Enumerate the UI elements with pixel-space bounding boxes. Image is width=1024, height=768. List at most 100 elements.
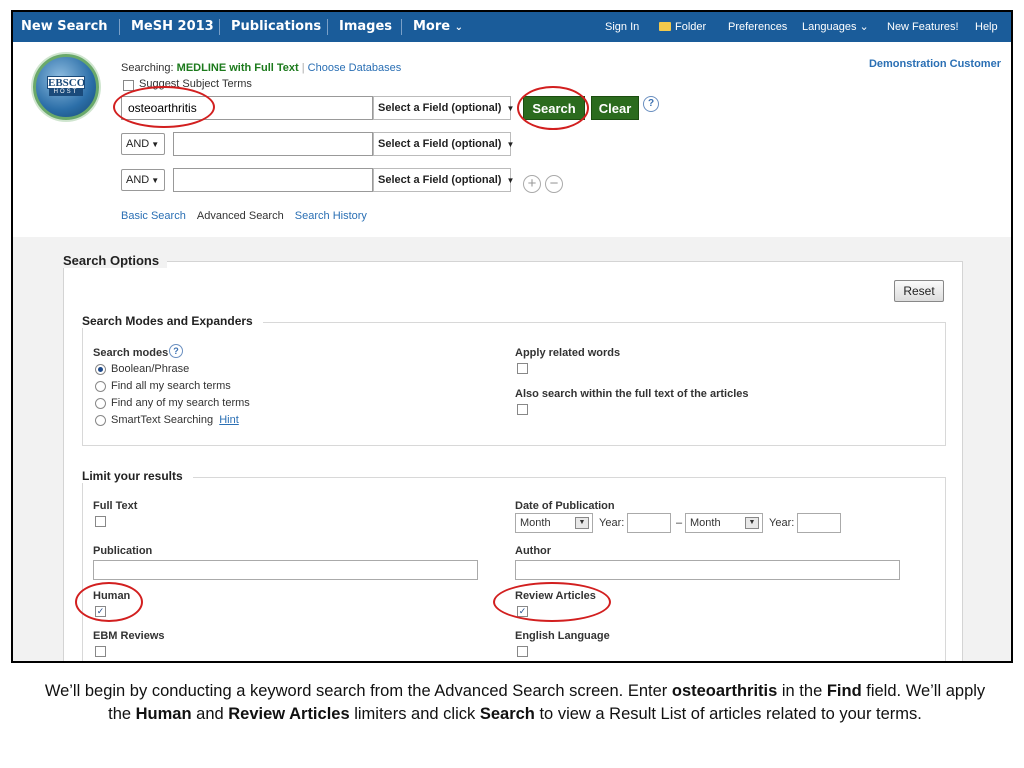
- divider: |: [301, 62, 305, 74]
- choose-databases-link[interactable]: Choose Databases: [308, 62, 402, 74]
- field-select-label: Select a Field (optional): [378, 138, 502, 150]
- mode-label-boolean: Boolean/Phrase: [111, 363, 190, 375]
- caption-text: We’ll begin by conducting a keyword sear…: [44, 682, 672, 700]
- customer-name[interactable]: Demonstration Customer: [869, 58, 1001, 70]
- mode-radio-smarttext[interactable]: [95, 415, 106, 426]
- field-select-1[interactable]: Select a Field (optional) ▼: [373, 96, 514, 120]
- help-icon[interactable]: ?: [643, 96, 659, 112]
- dropdown-arrow-icon: ▼: [575, 517, 589, 529]
- logo-text-ebsco: EBSCO: [47, 76, 86, 89]
- nav-languages[interactable]: Languages ⌄: [802, 12, 869, 42]
- author-input[interactable]: [515, 560, 900, 580]
- nav-preferences[interactable]: Preferences: [728, 12, 787, 42]
- chevron-down-icon: ⌄: [859, 21, 869, 33]
- search-button[interactable]: Search: [523, 96, 585, 120]
- search-modes-section: Search modes ? Boolean/Phrase Find all m…: [82, 322, 946, 446]
- nav-new-search[interactable]: New Search: [21, 12, 108, 42]
- start-month-select[interactable]: Month ▼: [515, 513, 593, 533]
- suggest-terms-checkbox[interactable]: [123, 80, 134, 91]
- caption-bold-search: Search: [479, 705, 535, 723]
- nav-help[interactable]: Help: [975, 12, 998, 42]
- end-year-input[interactable]: [797, 513, 841, 533]
- nav-new-features[interactable]: New Features!: [887, 12, 959, 42]
- search-history-link[interactable]: Search History: [295, 210, 367, 222]
- operator-label: AND: [126, 138, 150, 150]
- publication-input[interactable]: [93, 560, 478, 580]
- publication-label: Publication: [93, 545, 153, 557]
- basic-search-link[interactable]: Basic Search: [121, 210, 186, 222]
- nav-divider: [327, 19, 328, 35]
- ebm-reviews-label: EBM Reviews: [93, 630, 165, 642]
- mode-radio-boolean[interactable]: [95, 364, 106, 375]
- search-input-3[interactable]: [173, 168, 373, 192]
- nav-images[interactable]: Images: [339, 12, 392, 42]
- caret-down-icon: ▼: [506, 140, 515, 149]
- nav-divider: [219, 19, 220, 35]
- suggest-terms-label: Suggest Subject Terms: [139, 78, 252, 90]
- field-select-label: Select a Field (optional): [378, 102, 502, 114]
- clear-button[interactable]: Clear: [591, 96, 639, 120]
- related-words-checkbox[interactable]: [517, 363, 528, 374]
- full-text-search-checkbox[interactable]: [517, 404, 528, 415]
- related-words-label: Apply related words: [515, 347, 621, 359]
- database-name: MEDLINE with Full Text: [176, 62, 299, 74]
- end-year-label: Year:: [769, 517, 795, 529]
- mode-label-any: Find any of my search terms: [111, 397, 250, 409]
- caret-down-icon: ▼: [151, 140, 160, 149]
- nav-languages-label: Languages: [802, 21, 857, 33]
- ebscohost-logo[interactable]: EBSCO HOST: [33, 54, 99, 120]
- add-row-icon[interactable]: +: [523, 175, 541, 193]
- search-modes-text: Search modes: [93, 347, 169, 359]
- full-text-checkbox[interactable]: [95, 516, 106, 527]
- author-label: Author: [515, 545, 552, 557]
- nav-sign-in[interactable]: Sign In: [605, 12, 639, 42]
- field-select-2[interactable]: Select a Field (optional) ▼: [373, 132, 514, 156]
- searching-label: Searching:: [121, 62, 174, 74]
- end-month-select[interactable]: Month ▼: [685, 513, 763, 533]
- search-modes-label: Search modes: [93, 347, 168, 359]
- review-articles-label: Review Articles: [515, 590, 596, 602]
- human-label: Human: [93, 590, 131, 602]
- search-modes-help-icon[interactable]: ?: [169, 344, 183, 358]
- nav-divider: [401, 19, 402, 35]
- caption-text: to view a Result List of articles relate…: [534, 705, 922, 723]
- nav-more-label: More: [413, 19, 451, 34]
- screenshot-frame: New Search MeSH 2013 Publications Images…: [11, 10, 1013, 663]
- human-checkbox[interactable]: ✓: [95, 606, 106, 617]
- caption-text: limiters and click: [349, 705, 480, 723]
- nav-publications[interactable]: Publications: [231, 12, 321, 42]
- search-input-2[interactable]: [173, 132, 373, 156]
- limit-results-section: Full Text Date of Publication Month ▼ Yea…: [75, 477, 946, 661]
- boolean-operator-select-2[interactable]: AND ▼: [121, 133, 165, 155]
- caption-bold-human: Human: [135, 705, 192, 723]
- hint-link[interactable]: Hint: [219, 414, 239, 426]
- caret-down-icon: ▼: [506, 176, 515, 185]
- review-articles-checkbox[interactable]: ✓: [517, 606, 528, 617]
- caption-text: in the: [777, 682, 827, 700]
- boolean-operator-select-3[interactable]: AND ▼: [121, 169, 165, 191]
- mode-radio-all[interactable]: [95, 381, 106, 392]
- reset-button[interactable]: Reset: [894, 280, 944, 302]
- nav-divider: [119, 19, 120, 35]
- english-language-checkbox[interactable]: [517, 646, 528, 657]
- advanced-search-link[interactable]: Advanced Search: [197, 210, 284, 222]
- remove-row-icon[interactable]: −: [545, 175, 563, 193]
- full-text-label: Full Text: [93, 500, 138, 512]
- start-year-input[interactable]: [627, 513, 671, 533]
- ebm-reviews-checkbox[interactable]: [95, 646, 106, 657]
- end-month-value: Month: [690, 517, 721, 529]
- smarttext-label: SmartText Searching: [111, 414, 214, 426]
- annotation-review-ellipse: [493, 582, 611, 622]
- nav-mesh[interactable]: MeSH 2013: [131, 12, 214, 42]
- full-text-search-label: Also search within the full text of the …: [515, 388, 749, 400]
- mode-radio-any[interactable]: [95, 398, 106, 409]
- top-nav-bar: New Search MeSH 2013 Publications Images…: [13, 12, 1011, 42]
- searching-line: Searching: MEDLINE with Full Text | Choo…: [121, 62, 401, 74]
- nav-more[interactable]: More ⌄: [413, 12, 463, 42]
- search-options-panel: Reset Search modes ? Boolean/Phrase Find…: [13, 237, 1011, 661]
- folder-icon: [659, 22, 671, 31]
- field-select-3[interactable]: Select a Field (optional) ▼: [373, 168, 514, 192]
- find-input[interactable]: osteoarthritis: [121, 96, 373, 120]
- nav-folder[interactable]: Folder: [659, 12, 706, 42]
- start-month-value: Month: [520, 517, 551, 529]
